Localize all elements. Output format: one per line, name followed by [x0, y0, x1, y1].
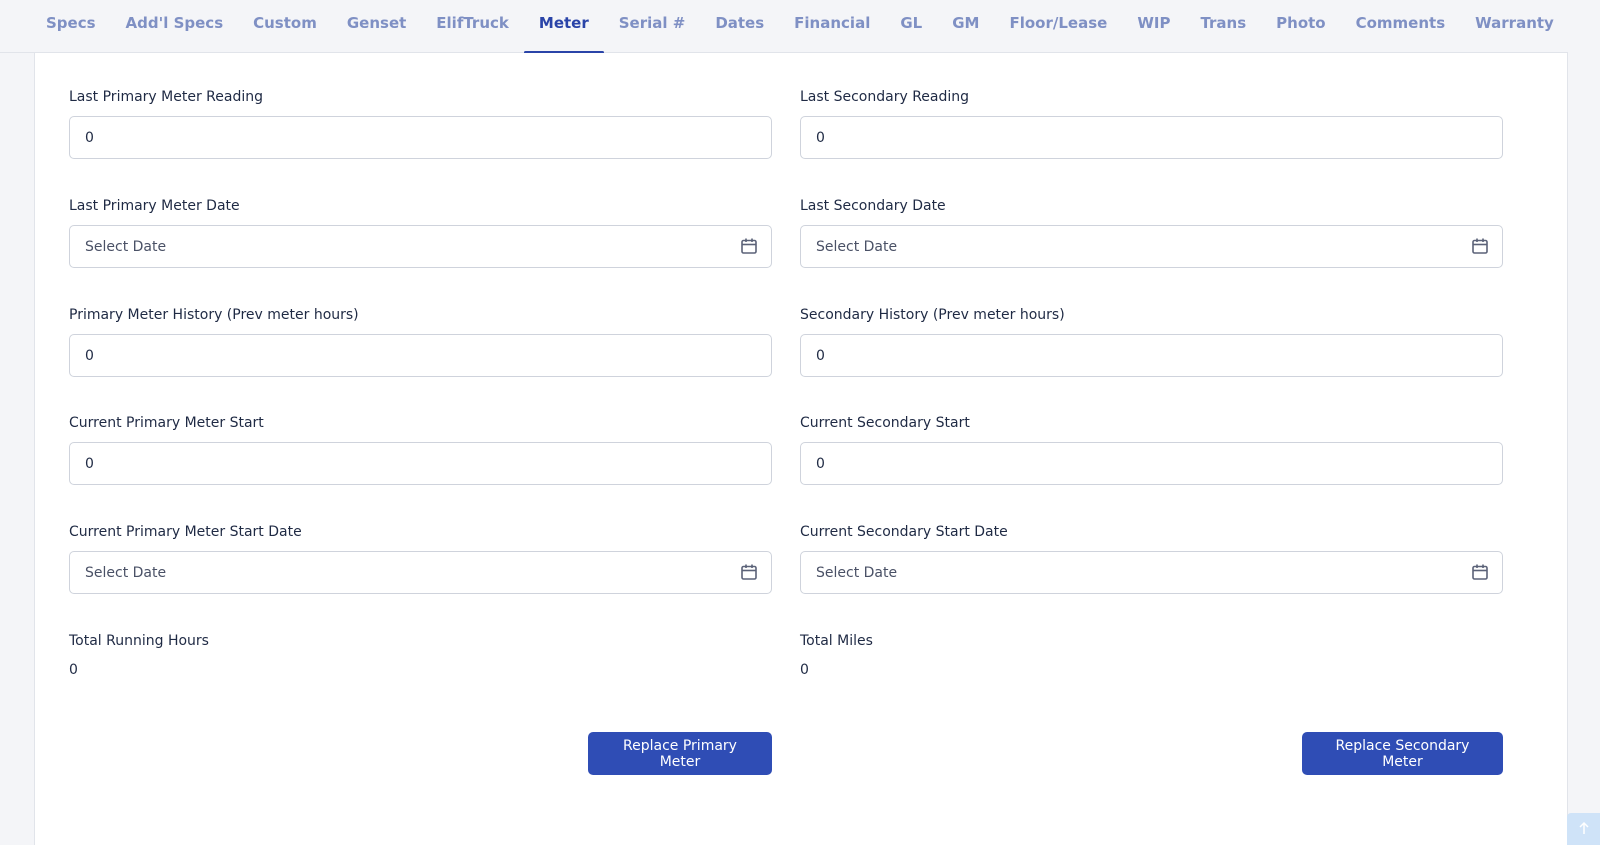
tab-specs[interactable]: Specs [31, 0, 111, 53]
last-secondary-date-input[interactable] [800, 225, 1503, 268]
tab-financial[interactable]: Financial [779, 0, 885, 53]
last-primary-reading-input[interactable] [69, 116, 772, 159]
tab-gl[interactable]: GL [885, 0, 937, 53]
secondary-history-input[interactable] [800, 334, 1503, 377]
total-miles-label: Total Miles [800, 633, 873, 649]
total-running-hours-value: 0 [69, 662, 78, 678]
current-primary-start-label: Current Primary Meter Start [69, 415, 264, 431]
primary-history-label: Primary Meter History (Prev meter hours) [69, 307, 359, 323]
tab-comments[interactable]: Comments [1341, 0, 1461, 53]
last-primary-date-label: Last Primary Meter Date [69, 198, 240, 214]
total-running-hours-label: Total Running Hours [69, 633, 209, 649]
last-secondary-reading-label: Last Secondary Reading [800, 89, 970, 105]
last-secondary-date-label: Last Secondary Date [800, 198, 946, 214]
tab-photo[interactable]: Photo [1261, 0, 1340, 53]
last-primary-date-input[interactable] [69, 225, 772, 268]
tab-floor-lease[interactable]: Floor/Lease [994, 0, 1122, 53]
calendar-icon[interactable] [740, 563, 758, 581]
tab-bar: Specs Add'l Specs Custom Genset ElifTruc… [0, 0, 1569, 54]
primary-history-input[interactable] [69, 334, 772, 377]
current-primary-start-input[interactable] [69, 442, 772, 485]
tab-wip[interactable]: WIP [1122, 0, 1185, 53]
current-secondary-start-input[interactable] [800, 442, 1503, 485]
tab-gm[interactable]: GM [937, 0, 994, 53]
current-secondary-start-date-input[interactable] [800, 551, 1503, 594]
tab-serial[interactable]: Serial # [604, 0, 701, 53]
tab-trans[interactable]: Trans [1185, 0, 1261, 53]
current-secondary-start-date-label: Current Secondary Start Date [800, 524, 1008, 540]
tab-addl-specs[interactable]: Add'l Specs [111, 0, 239, 53]
last-secondary-reading-input[interactable] [800, 116, 1503, 159]
tab-eliftruck[interactable]: ElifTruck [421, 0, 524, 53]
meter-panel: Last Primary Meter Reading Last Secondar… [34, 53, 1568, 845]
tab-warranty[interactable]: Warranty [1460, 0, 1569, 53]
scroll-to-top-button[interactable] [1567, 813, 1600, 845]
secondary-history-label: Secondary History (Prev meter hours) [800, 307, 1065, 323]
current-primary-start-date-input[interactable] [69, 551, 772, 594]
replace-primary-meter-button[interactable]: Replace Primary Meter [588, 732, 772, 775]
replace-secondary-meter-button[interactable]: Replace Secondary Meter [1302, 732, 1503, 775]
tab-meter[interactable]: Meter [523, 0, 604, 54]
calendar-icon[interactable] [1471, 237, 1489, 255]
total-miles-value: 0 [800, 662, 809, 678]
tab-dates[interactable]: Dates [700, 0, 779, 53]
calendar-icon[interactable] [1471, 563, 1489, 581]
arrow-up-icon [1577, 820, 1591, 839]
last-primary-reading-label: Last Primary Meter Reading [69, 89, 263, 105]
current-secondary-start-label: Current Secondary Start [800, 415, 970, 431]
calendar-icon[interactable] [740, 237, 758, 255]
current-primary-start-date-label: Current Primary Meter Start Date [69, 524, 302, 540]
tab-custom[interactable]: Custom [238, 0, 332, 53]
tab-genset[interactable]: Genset [332, 0, 421, 53]
